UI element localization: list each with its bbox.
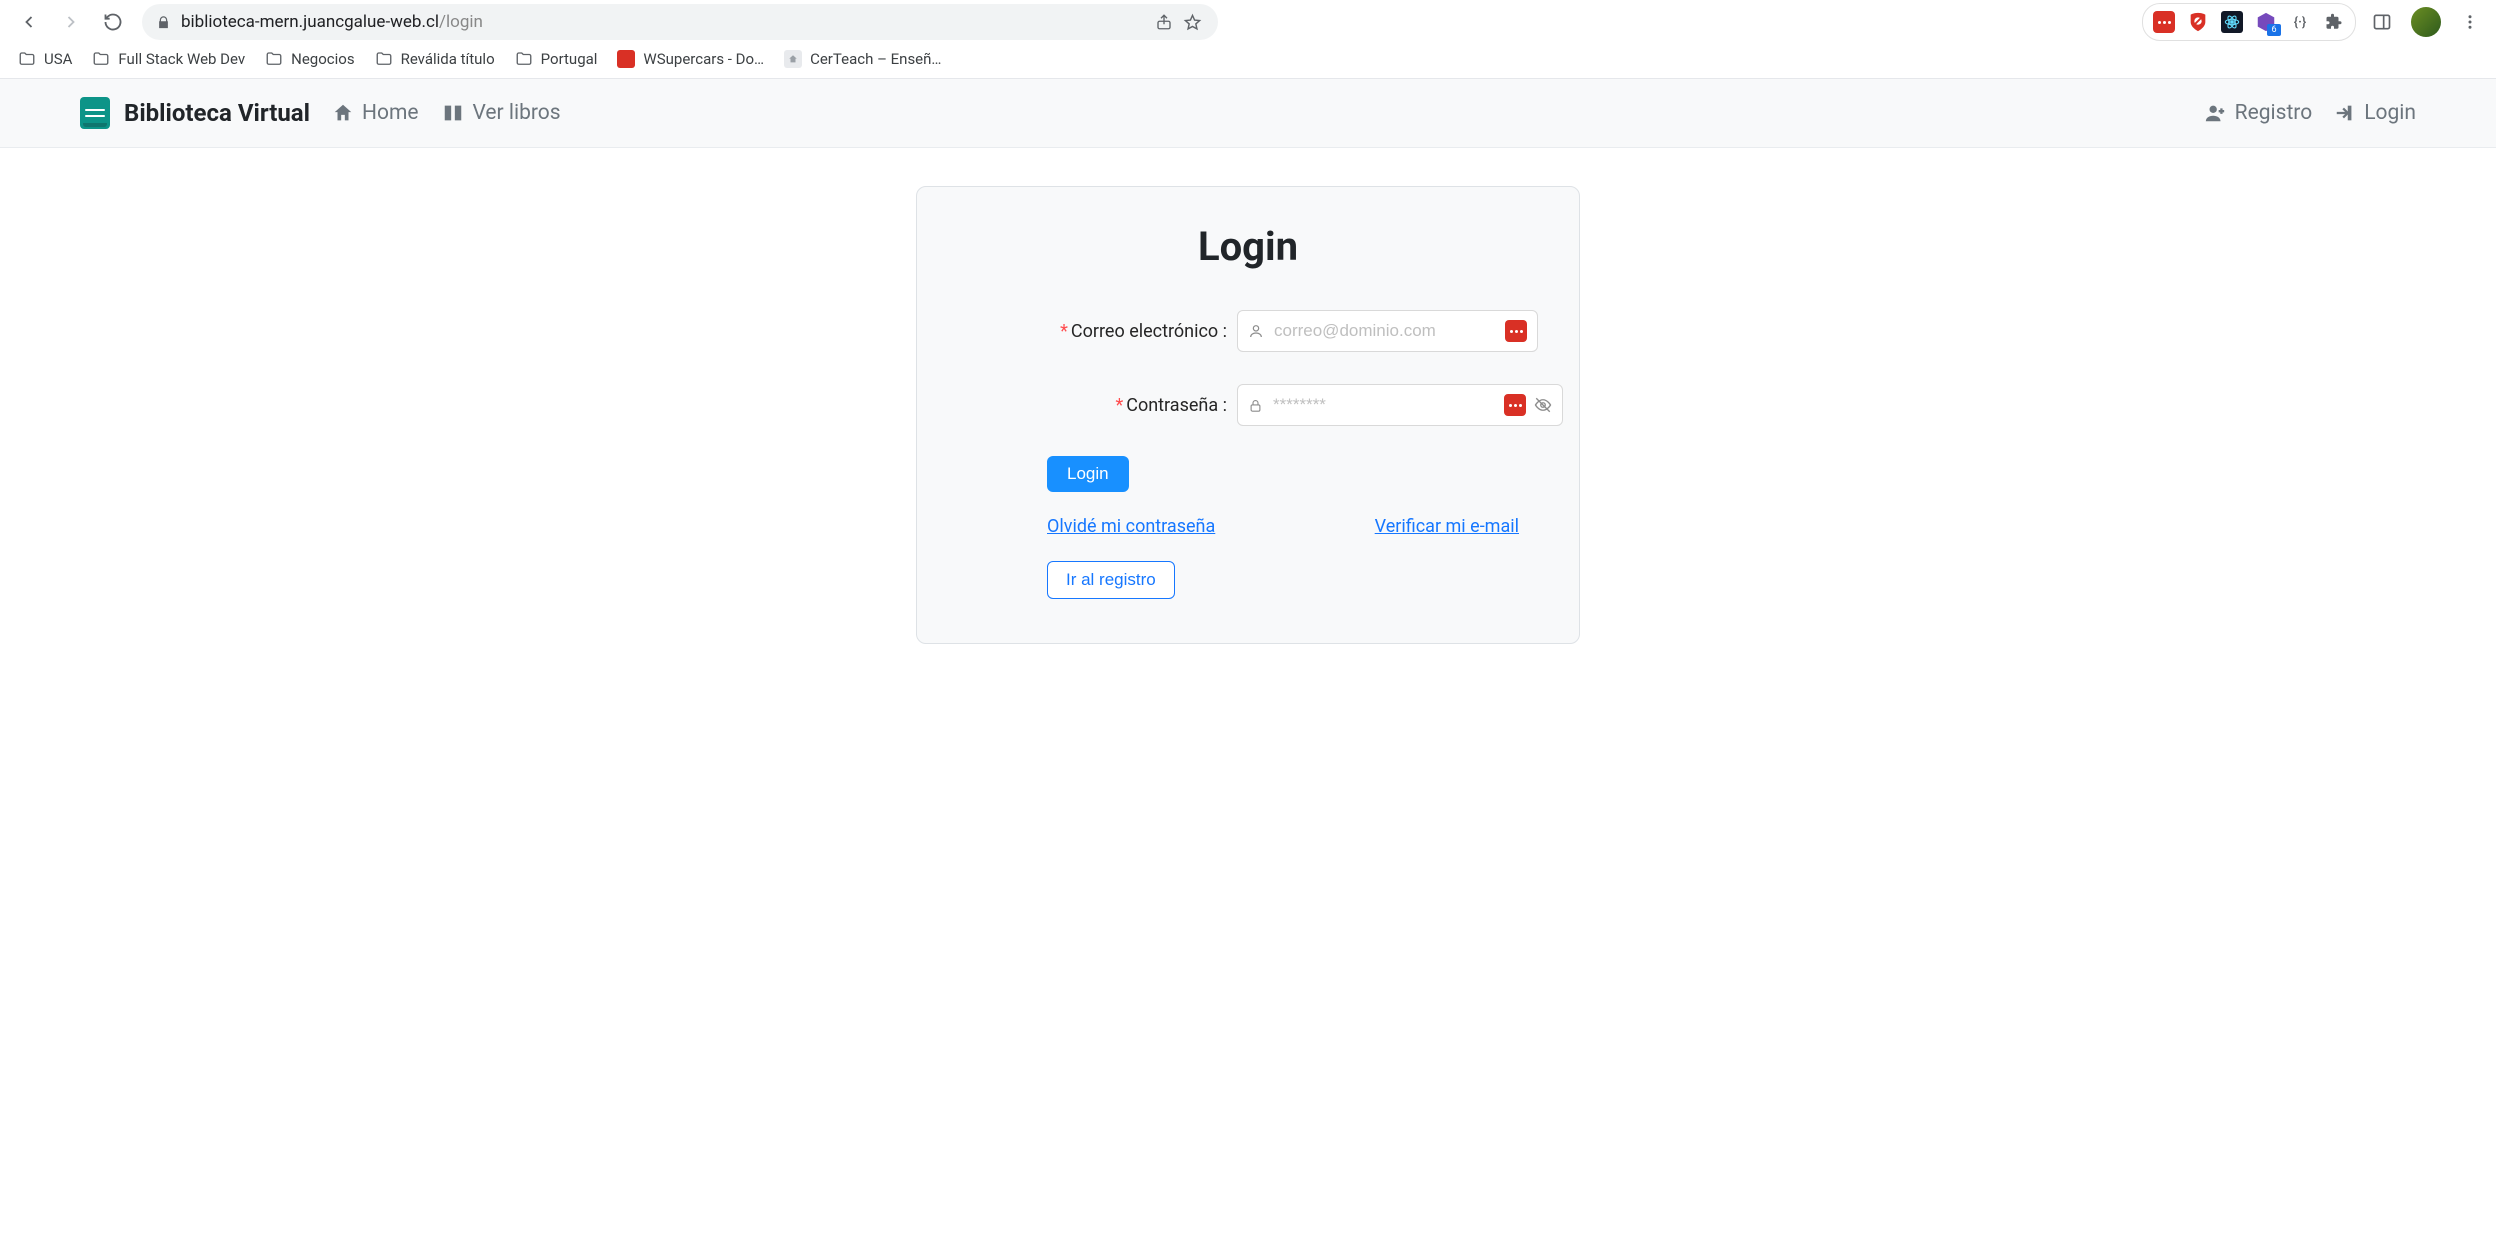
nav-home-label: Home	[362, 101, 419, 125]
ext-badge: 6	[2267, 24, 2281, 36]
form-actions: Login Olvidé mi contraseña Verificar mi …	[977, 456, 1519, 599]
password-input[interactable]	[1271, 394, 1496, 416]
star-icon[interactable]	[1178, 8, 1206, 36]
bookmark-label: Full Stack Web Dev	[118, 50, 245, 68]
bookmark-label: Portugal	[541, 50, 598, 68]
nav-registro-label: Registro	[2235, 101, 2313, 125]
brand-logo-icon	[80, 97, 110, 129]
nav-login[interactable]: Login	[2334, 101, 2416, 125]
share-icon[interactable]	[1150, 8, 1178, 36]
brand[interactable]: Biblioteca Virtual	[80, 97, 310, 129]
bookmark-item[interactable]: USA	[18, 50, 72, 68]
go-register-button[interactable]: Ir al registro	[1047, 561, 1175, 599]
nav-registro[interactable]: Registro	[2203, 101, 2313, 125]
bookmark-label: Negocios	[291, 50, 354, 68]
bookmark-label: USA	[44, 50, 72, 68]
email-row: *Correo electrónico :	[977, 310, 1519, 352]
app-header: Biblioteca Virtual Home Ver libros Regis…	[0, 79, 2496, 148]
extensions-pill: 6 {·}	[2142, 3, 2356, 41]
lock-icon	[1248, 398, 1263, 413]
email-input-wrap	[1237, 310, 1538, 352]
nav-ver-libros-label: Ver libros	[473, 101, 561, 125]
password-label: *Contraseña :	[977, 395, 1237, 416]
bookmarks-bar: USA Full Stack Web Dev Negocios Reválida tí…	[0, 44, 2496, 79]
forgot-password-link[interactable]: Olvidé mi contraseña	[1047, 516, 1215, 537]
login-arrow-icon	[2334, 102, 2356, 124]
login-title: Login	[977, 223, 1519, 270]
url-text: biblioteca-mern.juancgalue-web.cl/login	[181, 12, 1150, 32]
ext-ublock-icon[interactable]	[2187, 11, 2209, 33]
reload-button[interactable]	[96, 5, 130, 39]
ext-lastpass-icon[interactable]	[2153, 11, 2175, 33]
bookmark-item[interactable]: Negocios	[265, 50, 354, 68]
nav-login-label: Login	[2364, 101, 2416, 125]
bookmark-item[interactable]: Portugal	[515, 50, 598, 68]
password-manager-icon[interactable]	[1504, 394, 1526, 416]
ext-redux-icon[interactable]: 6	[2255, 11, 2277, 33]
brand-title: Biblioteca Virtual	[124, 99, 310, 127]
ext-json-icon[interactable]: {·}	[2289, 11, 2311, 33]
nav-home[interactable]: Home	[332, 101, 419, 125]
bookmark-item[interactable]: Full Stack Web Dev	[92, 50, 245, 68]
kebab-menu-icon[interactable]	[2452, 4, 2488, 40]
email-label: *Correo electrónico :	[977, 321, 1237, 342]
login-card: Login *Correo electrónico : *Contraseña …	[916, 186, 1580, 644]
profile-avatar[interactable]	[2408, 4, 2444, 40]
lock-icon	[156, 15, 171, 30]
verify-email-link[interactable]: Verificar mi e-mail	[1375, 516, 1519, 537]
password-input-wrap	[1237, 384, 1563, 426]
bookmark-item[interactable]: WSupercars - Do…	[617, 50, 764, 68]
books-icon	[441, 102, 465, 124]
page-body: Login *Correo electrónico : *Contraseña …	[0, 148, 2496, 644]
ext-puzzle-icon[interactable]	[2323, 11, 2345, 33]
user-icon	[1248, 323, 1264, 339]
nav-ver-libros[interactable]: Ver libros	[441, 101, 561, 125]
forward-button[interactable]	[54, 5, 88, 39]
browser-nav-bar: biblioteca-mern.juancgalue-web.cl/login	[0, 0, 2496, 44]
eye-off-icon[interactable]	[1534, 396, 1552, 414]
address-bar[interactable]: biblioteca-mern.juancgalue-web.cl/login	[142, 4, 1218, 40]
sidepanel-icon[interactable]	[2364, 4, 2400, 40]
bookmark-label: WSupercars - Do…	[643, 50, 764, 68]
ext-react-devtools-icon[interactable]	[2221, 11, 2243, 33]
bookmark-label: CerTeach – Enseñ…	[810, 50, 941, 68]
back-button[interactable]	[12, 5, 46, 39]
bookmark-item[interactable]: Reválida título	[375, 50, 495, 68]
user-plus-icon	[2203, 102, 2227, 124]
password-manager-icon[interactable]	[1505, 320, 1527, 342]
email-input[interactable]	[1272, 320, 1497, 342]
home-icon	[332, 102, 354, 124]
bookmark-item[interactable]: CerTeach – Enseñ…	[784, 50, 941, 68]
bookmark-label: Reválida título	[401, 50, 495, 68]
password-row: *Contraseña :	[977, 384, 1519, 426]
login-submit-button[interactable]: Login	[1047, 456, 1129, 492]
